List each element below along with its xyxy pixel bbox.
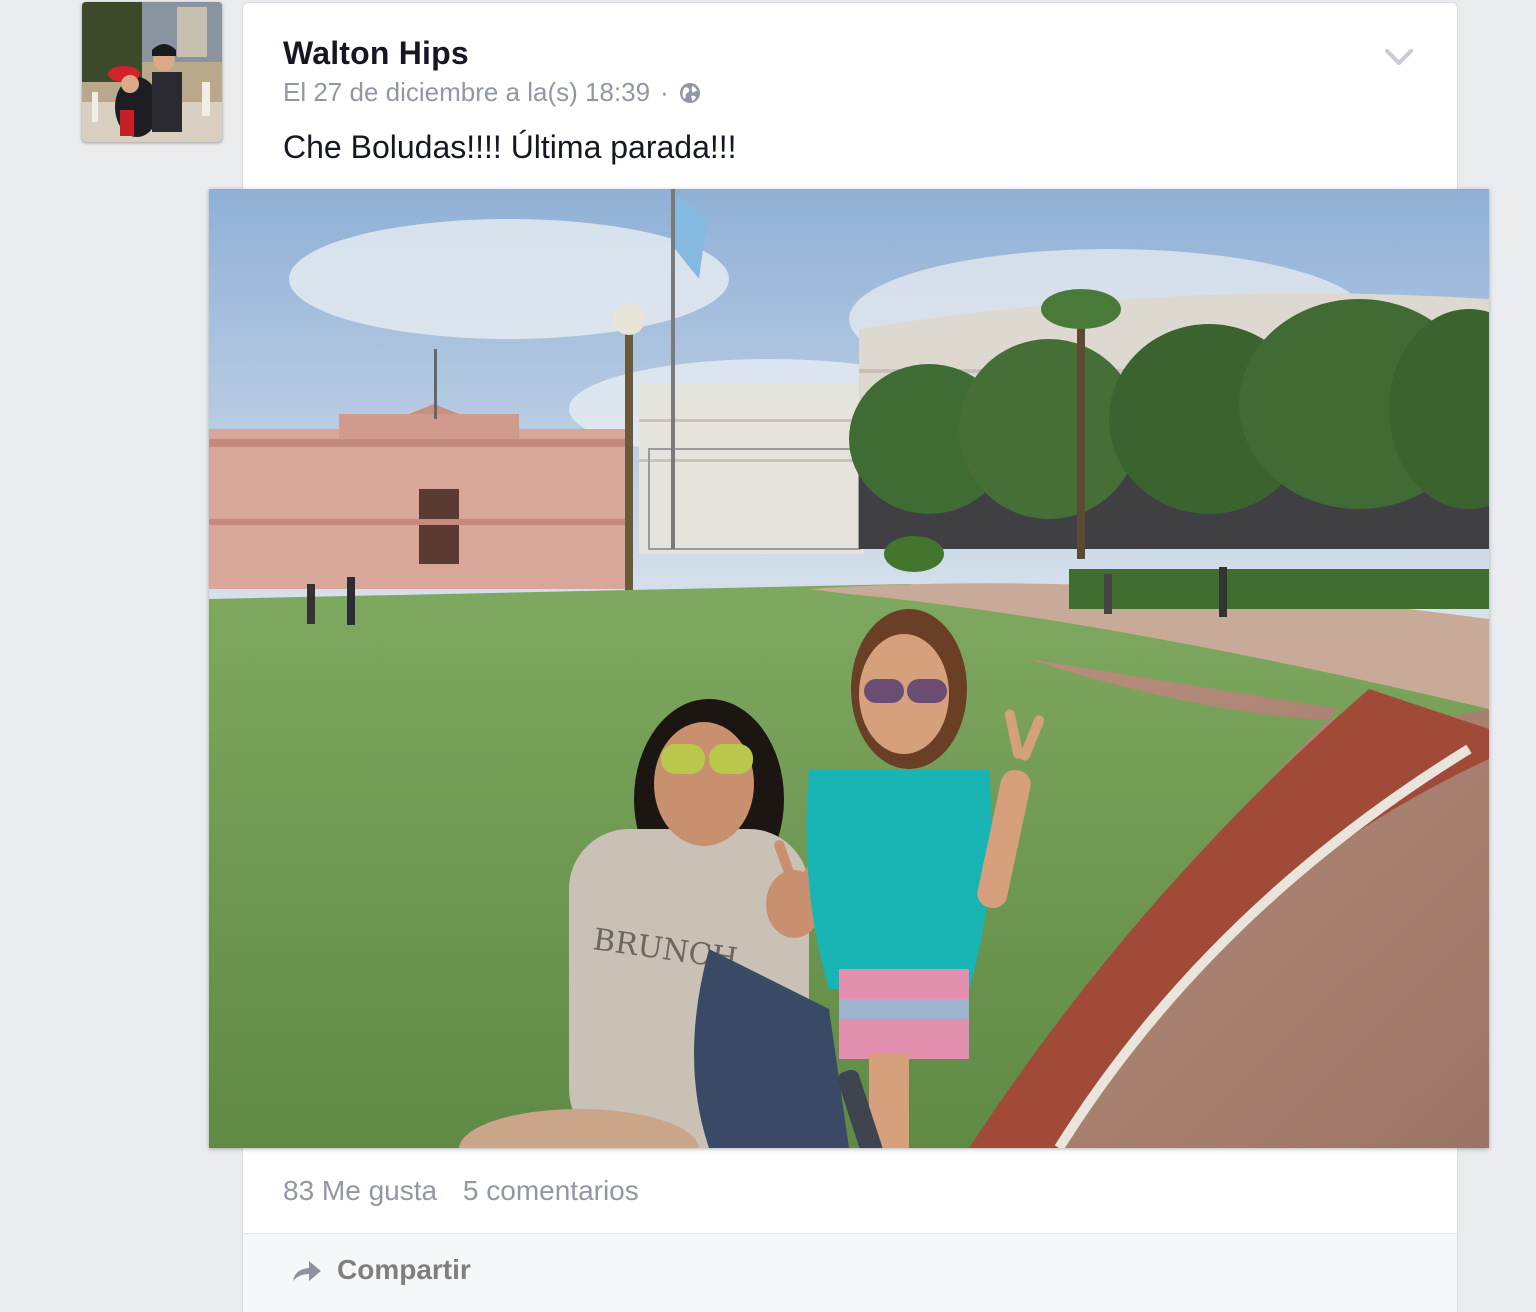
author-name[interactable]: Walton Hips xyxy=(283,35,469,72)
post-photo[interactable]: BRUNCH xyxy=(209,189,1489,1148)
avatar-image xyxy=(82,2,222,142)
news-feed: Walton Hips El 27 de diciembre a la(s) 1… xyxy=(0,0,1536,1312)
likes-count[interactable]: 83 Me gusta xyxy=(283,1175,437,1206)
post-stats: 83 Me gusta 5 comentarios xyxy=(283,1175,639,1207)
meta-separator: · xyxy=(660,77,669,107)
share-button[interactable]: Compartir xyxy=(291,1254,471,1286)
post-timestamp[interactable]: El 27 de diciembre a la(s) 18:39 xyxy=(283,77,650,108)
share-label: Compartir xyxy=(337,1254,471,1285)
globe-icon[interactable] xyxy=(679,82,701,104)
chevron-down-icon[interactable] xyxy=(1385,47,1413,67)
post-actions: Compartir xyxy=(243,1234,1457,1312)
photo-image: BRUNCH xyxy=(209,189,1489,1148)
comments-count[interactable]: 5 comentarios xyxy=(463,1175,639,1206)
post-text: Che Boludas!!!! Última parada!!! xyxy=(283,129,737,165)
post-meta: El 27 de diciembre a la(s) 18:39 · xyxy=(283,77,701,108)
share-arrow-icon xyxy=(293,1261,321,1281)
author-avatar[interactable] xyxy=(82,2,222,142)
